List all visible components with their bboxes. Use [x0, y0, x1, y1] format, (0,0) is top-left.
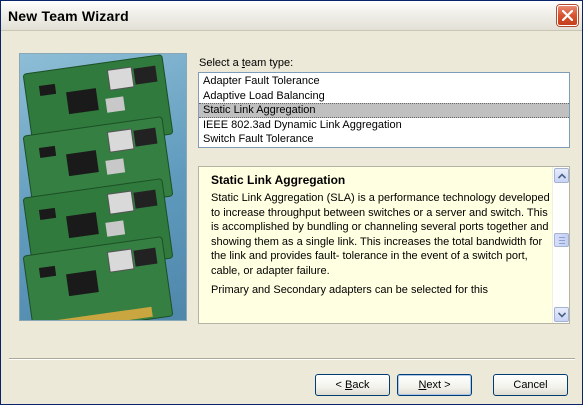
thumb-grip-line	[559, 237, 565, 238]
list-item-adaptive-load-balancing[interactable]: Adaptive Load Balancing	[199, 89, 569, 104]
wizard-window: New Team Wizard Select a team type: Adap…	[0, 0, 583, 405]
title-bar: New Team Wizard	[1, 1, 582, 31]
description-scrollbar[interactable]	[552, 167, 569, 323]
scroll-up-arrow-icon	[558, 173, 566, 179]
list-item-adapter-fault-tolerance[interactable]: Adapter Fault Tolerance	[199, 74, 569, 89]
back-button-prefix: <	[335, 379, 345, 391]
scroll-down-button[interactable]	[554, 307, 569, 322]
close-icon	[562, 10, 573, 21]
scroll-down-arrow-icon	[558, 312, 566, 318]
description-content: Static Link Aggregation Static Link Aggr…	[211, 173, 551, 303]
next-button-label: ext >	[426, 379, 451, 391]
window-title: New Team Wizard	[8, 8, 129, 24]
close-button[interactable]	[557, 5, 578, 26]
thumb-grip-line	[559, 243, 565, 244]
network-adapter-cards-illustration	[23, 54, 173, 320]
list-item-switch-fault-tolerance[interactable]: Switch Fault Tolerance	[199, 132, 569, 147]
team-type-label: Select a team type:	[199, 57, 293, 69]
list-item-static-link-aggregation[interactable]: Static Link Aggregation	[199, 103, 569, 118]
list-item-ieee-8023ad[interactable]: IEEE 802.3ad Dynamic Link Aggregation	[199, 118, 569, 133]
back-button[interactable]: < Back	[315, 374, 390, 396]
team-type-label-prefix: Select a	[199, 57, 242, 69]
scroll-up-button[interactable]	[554, 168, 569, 183]
description-paragraph-2: Primary and Secondary adapters can be se…	[211, 284, 488, 296]
scroll-thumb[interactable]	[554, 233, 569, 247]
description-paragraph-1: Static Link Aggregation (SLA) is a perfo…	[211, 192, 550, 277]
team-type-listbox[interactable]: Adapter Fault Tolerance Adaptive Load Ba…	[198, 72, 570, 148]
thumb-grip-line	[559, 240, 565, 241]
cancel-button[interactable]: Cancel	[493, 374, 568, 396]
network-adapter-picture	[19, 53, 187, 321]
team-type-label-suffix: eam type:	[244, 57, 294, 69]
description-panel[interactable]: Static Link Aggregation Static Link Aggr…	[198, 166, 570, 324]
description-title: Static Link Aggregation	[211, 173, 346, 187]
next-button[interactable]: Next >	[397, 374, 472, 396]
button-area-divider	[9, 358, 575, 360]
back-button-label: ack	[352, 379, 370, 391]
